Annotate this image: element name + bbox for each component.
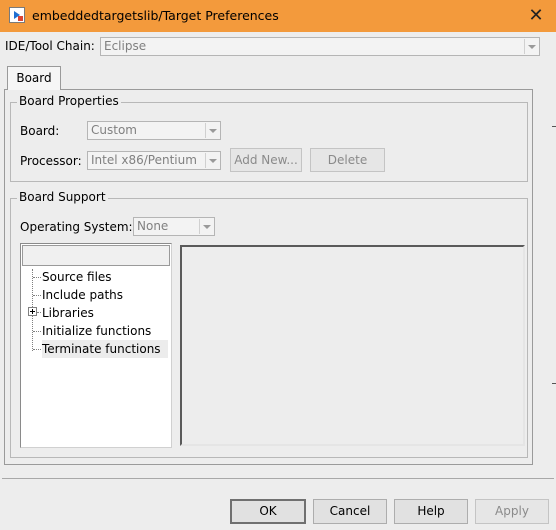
tree-item-include-paths[interactable]: Include paths [42,286,125,304]
tree-header [22,245,170,266]
divider [2,478,554,479]
tree-item-terminate-functions[interactable]: Terminate functions [42,340,168,358]
chevron-down-icon [205,153,219,168]
board-select[interactable]: Custom [87,121,221,140]
processor-select[interactable]: Intel x86/Pentium [87,151,221,170]
toolchain-select[interactable]: Eclipse [100,37,540,56]
tab-board[interactable]: Board [7,66,61,90]
tree-item-source-files[interactable]: Source files [42,268,114,286]
delete-button[interactable]: Delete [310,148,385,172]
tree-item-libraries[interactable]: Libraries [42,304,96,322]
processor-label: Processor: [20,154,82,168]
help-button[interactable]: Help [394,499,468,524]
chevron-down-icon [524,39,538,54]
processor-value: Intel x86/Pentium [91,153,197,167]
window-title: embeddedtargetslib/Target Preferences [32,8,279,23]
expand-plus-icon[interactable] [28,307,37,316]
tree-connector [37,312,41,313]
board-value: Custom [91,123,137,137]
background-tick [552,383,556,384]
ok-button[interactable]: OK [230,499,306,524]
os-value: None [137,219,169,233]
chevron-down-icon [199,219,213,234]
chevron-down-icon [205,123,219,138]
board-label: Board: [20,124,60,138]
simulink-app-icon [9,7,25,23]
board-support-title: Board Support [17,190,108,204]
cancel-button[interactable]: Cancel [313,499,387,524]
toolchain-label: IDE/Tool Chain: [5,39,95,53]
toolchain-value: Eclipse [104,39,147,53]
apply-button[interactable]: Apply [475,499,549,524]
tree-connector [33,349,41,350]
background-tick [552,126,556,127]
tree-detail-panel[interactable] [180,245,525,446]
tree-item-initialize-functions[interactable]: Initialize functions [42,322,153,340]
os-select[interactable]: None [133,217,215,236]
board-properties-title: Board Properties [17,94,121,108]
tree-connector [33,331,41,332]
add-new-button[interactable]: Add New... [230,148,302,172]
os-label: Operating System: [20,220,133,234]
tree-connector [33,295,41,296]
close-icon[interactable]: ✕ [518,2,554,30]
tree-connector [33,277,41,278]
